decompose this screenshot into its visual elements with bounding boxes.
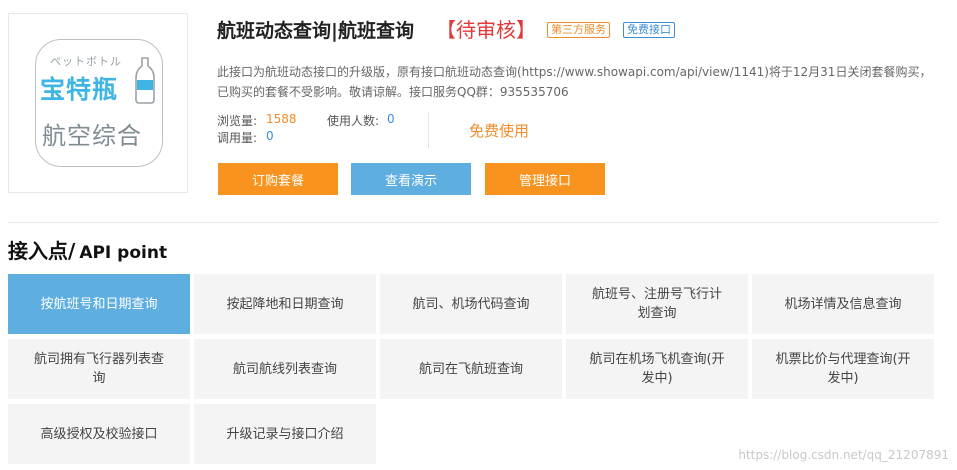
calls-label: 调用量:	[217, 131, 258, 145]
section-divider	[8, 222, 938, 223]
free-use-label: 免费使用	[469, 122, 530, 140]
status-pending: 【待审核】	[436, 18, 536, 42]
calls-value: 0	[266, 129, 274, 143]
api-point-tab[interactable]: 航司航线列表查询	[194, 339, 376, 399]
api-point-tab[interactable]: 航司在机场飞机查询(开发中)	[566, 339, 748, 399]
section-title-zh: 接入点/	[8, 239, 76, 263]
section-title-en: API point	[79, 243, 168, 263]
users-label: 使用人数:	[327, 114, 380, 128]
view-demo-button[interactable]: 查看演示	[351, 163, 471, 195]
third-party-badge: 第三方服务	[547, 22, 610, 38]
logo-badge: ペットボトル 宝特瓶 航空综合	[35, 39, 163, 167]
api-point-tab[interactable]: 航司拥有飞行器列表查询	[8, 339, 190, 399]
users-value: 0	[387, 112, 395, 126]
api-point-tab[interactable]: 按起降地和日期查询	[194, 274, 376, 334]
page-title: 航班动态查询|航班查询	[217, 20, 414, 42]
api-point-tab[interactable]: 航司在飞航班查询	[380, 339, 562, 399]
logo-brand-text: 宝特瓶	[40, 75, 119, 104]
watermark: https://blog.csdn.net/qq_21207891	[738, 448, 949, 462]
manage-api-button[interactable]: 管理接口	[485, 163, 605, 195]
api-description: 此接口为航班动态接口的升级版，原有接口航班动态查询(https://www.sh…	[217, 65, 932, 99]
api-logo: ペットボトル 宝特瓶 航空综合	[8, 13, 188, 193]
logo-jp-text: ペットボトル	[50, 55, 122, 68]
bottle-icon	[135, 57, 155, 104]
api-point-tab[interactable]: 高级授权及校验接口	[8, 404, 190, 464]
subscribe-button[interactable]: 订购套餐	[218, 163, 338, 195]
api-point-tab[interactable]: 按航班号和日期查询	[8, 274, 190, 334]
api-point-grid: 按航班号和日期查询 按起降地和日期查询 航司、机场代码查询 航班号、注册号飞行计划查询…	[8, 274, 936, 464]
views-value: 1588	[266, 112, 297, 126]
logo-sub-text: 航空综合	[42, 122, 142, 150]
api-point-tab[interactable]: 机场详情及信息查询	[752, 274, 934, 334]
api-point-tab[interactable]: 航班号、注册号飞行计划查询	[566, 274, 748, 334]
stats-divider	[428, 112, 429, 148]
views-label: 浏览量:	[217, 114, 258, 128]
free-api-badge: 免费接口	[623, 22, 675, 38]
api-point-tab[interactable]: 航司、机场代码查询	[380, 274, 562, 334]
api-point-tab[interactable]: 升级记录与接口介绍	[194, 404, 376, 464]
api-point-tab[interactable]: 机票比价与代理查询(开发中)	[752, 339, 934, 399]
section-title: 接入点/API point	[8, 235, 167, 264]
